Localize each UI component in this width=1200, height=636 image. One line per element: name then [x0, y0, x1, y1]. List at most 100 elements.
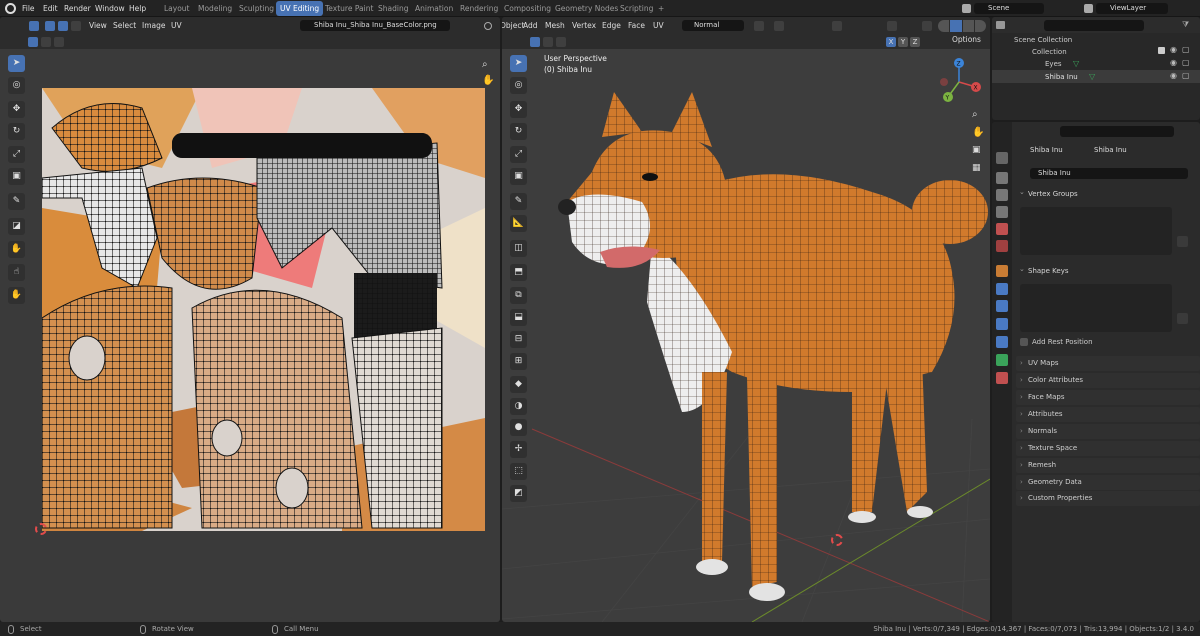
uv-menu-image[interactable]: Image	[142, 17, 166, 35]
world-tab-icon[interactable]	[996, 240, 1008, 252]
rendered-shading-button[interactable]	[974, 20, 986, 32]
properties-search-input[interactable]	[1060, 126, 1174, 137]
pivot-point-button[interactable]	[754, 21, 764, 31]
transform-orientation-dropdown[interactable]: Normal	[682, 20, 744, 31]
scene-icon[interactable]	[962, 4, 971, 13]
menu-add[interactable]: Add	[523, 17, 538, 35]
pin-icon[interactable]	[484, 22, 492, 30]
add-cube-tool[interactable]: ◫	[510, 240, 527, 257]
collection-render-icon[interactable]: ▢	[1182, 45, 1190, 54]
physics-tab-icon[interactable]	[996, 318, 1008, 330]
edge-mode-button[interactable]	[543, 37, 553, 47]
collection-visibility-icon[interactable]: ◉	[1170, 45, 1177, 54]
uv-snap-button[interactable]	[28, 37, 38, 47]
tab-layout[interactable]: Layout	[160, 1, 194, 16]
select-box-tool[interactable]: ➤	[510, 55, 527, 72]
uv-pivot-button[interactable]	[41, 37, 51, 47]
move-tool[interactable]: ✥	[8, 101, 25, 118]
menu-edge[interactable]: Edge	[602, 17, 621, 35]
scene-tab-icon[interactable]	[996, 223, 1008, 235]
knife-tool[interactable]: ⊞	[510, 353, 527, 370]
eyes-render-icon[interactable]: ▢	[1182, 58, 1190, 67]
menu-vertex[interactable]: Vertex	[572, 17, 596, 35]
solid-shading-button[interactable]	[950, 20, 962, 32]
menu-help[interactable]: Help	[129, 0, 146, 17]
navigation-gizmo[interactable]: Z X Y	[936, 57, 982, 107]
scale-tool[interactable]: ⤢	[8, 146, 25, 163]
blender-logo-icon[interactable]	[5, 3, 16, 14]
tab-compositing[interactable]: Compositing	[500, 1, 555, 16]
zoom-icon[interactable]: ⌕	[972, 109, 978, 120]
vertex-groups-menu-button[interactable]	[1177, 236, 1188, 247]
mesh-name-field[interactable]: Shiba Inu	[1030, 168, 1188, 179]
rip-tool[interactable]: ◪	[8, 218, 25, 235]
transform-tool[interactable]: ▣	[8, 168, 25, 185]
uv-maps-panel[interactable]: UV Maps	[1016, 356, 1200, 371]
face-mode-button[interactable]	[556, 37, 566, 47]
tab-modeling[interactable]: Modeling	[194, 1, 236, 16]
select-box-tool[interactable]: ➤	[8, 55, 25, 72]
3d-viewport[interactable]: Object Add Mesh Vertex Edge Face UV Norm…	[502, 17, 990, 622]
filter-icon[interactable]: ⧩	[1182, 20, 1189, 30]
annotate-tool[interactable]: ✎	[8, 193, 25, 210]
tab-scripting[interactable]: Scripting	[616, 1, 657, 16]
tab-rendering[interactable]: Rendering	[456, 1, 502, 16]
breadcrumb-mesh[interactable]: Shiba Inu	[1094, 146, 1127, 154]
image-selector[interactable]: Shiba Inu_Shiba Inu_BaseColor.png	[300, 20, 450, 31]
menu-uv[interactable]: UV	[653, 17, 664, 35]
proportional-edit-button[interactable]	[832, 21, 842, 31]
material-shading-button[interactable]	[962, 20, 974, 32]
measure-tool[interactable]: 📐	[510, 215, 527, 232]
attributes-panel[interactable]: Attributes	[1016, 407, 1200, 422]
shape-keys-menu-button[interactable]	[1177, 313, 1188, 324]
tab-sculpting[interactable]: Sculpting	[235, 1, 278, 16]
vertex-groups-list[interactable]	[1020, 207, 1172, 255]
view-layer-field[interactable]: ViewLayer	[1096, 3, 1168, 14]
relax-tool[interactable]: ☝	[8, 264, 25, 281]
outliner-row-selected[interactable]	[992, 70, 1200, 83]
tab-texture-paint[interactable]: Texture Paint	[321, 1, 377, 16]
edge-slide-tool[interactable]: ✢	[510, 441, 527, 458]
inset-tool[interactable]: ⧉	[510, 287, 527, 304]
eyes-visibility-icon[interactable]: ◉	[1170, 58, 1177, 67]
outliner-display-icon[interactable]	[996, 21, 1005, 29]
scene-field[interactable]: Scene	[974, 3, 1044, 14]
particles-tab-icon[interactable]	[996, 300, 1008, 312]
tab-animation[interactable]: Animation	[411, 1, 457, 16]
shiba-render-icon[interactable]: ▢	[1182, 71, 1190, 80]
collection-checkbox[interactable]	[1158, 47, 1165, 54]
smooth-tool[interactable]: ●	[510, 419, 527, 436]
outliner-search-input[interactable]	[1044, 20, 1144, 31]
tab-shading[interactable]: Shading	[374, 1, 412, 16]
color-attributes-panel[interactable]: Color Attributes	[1016, 373, 1200, 388]
tab-geometry-nodes[interactable]: Geometry Nodes	[551, 1, 622, 16]
camera-icon[interactable]: ▣	[972, 145, 981, 155]
scene-collection-label[interactable]: Scene Collection	[1014, 36, 1072, 44]
mirror-z-toggle[interactable]: Z	[910, 37, 920, 47]
wireframe-shading-button[interactable]	[938, 20, 950, 32]
constraints-tab-icon[interactable]	[996, 336, 1008, 348]
pinch-tool[interactable]: ✋	[8, 287, 25, 304]
uv-menu-uv[interactable]: UV	[171, 17, 182, 35]
extrude-tool[interactable]: ⬒	[510, 264, 527, 281]
collection-label[interactable]: Collection	[1032, 48, 1067, 56]
outliner-item-shiba-inu[interactable]: Shiba Inu	[1045, 73, 1078, 81]
breadcrumb-object[interactable]: Shiba Inu	[1030, 146, 1063, 154]
tool-tab-icon[interactable]	[996, 152, 1008, 164]
menu-object[interactable]: Object	[502, 17, 524, 35]
spin-tool[interactable]: ◑	[510, 398, 527, 415]
vertex-select-button[interactable]	[45, 21, 55, 31]
menu-mesh[interactable]: Mesh	[545, 17, 565, 35]
cursor-tool[interactable]: ◎	[510, 77, 527, 94]
remesh-panel[interactable]: Remesh	[1016, 458, 1200, 473]
edge-select-button[interactable]	[58, 21, 68, 31]
perspective-grid-icon[interactable]: ▦	[972, 163, 981, 173]
pan-hand-icon[interactable]: ✋	[972, 127, 984, 138]
shiba-inu-model[interactable]	[552, 92, 990, 612]
menu-file[interactable]: File	[22, 0, 35, 17]
object-tab-icon[interactable]	[996, 265, 1008, 277]
material-tab-icon[interactable]	[996, 372, 1008, 384]
grab-tool[interactable]: ✋	[8, 241, 25, 258]
uv-menu-view[interactable]: View	[89, 17, 107, 35]
rotate-tool[interactable]: ↻	[510, 123, 527, 140]
